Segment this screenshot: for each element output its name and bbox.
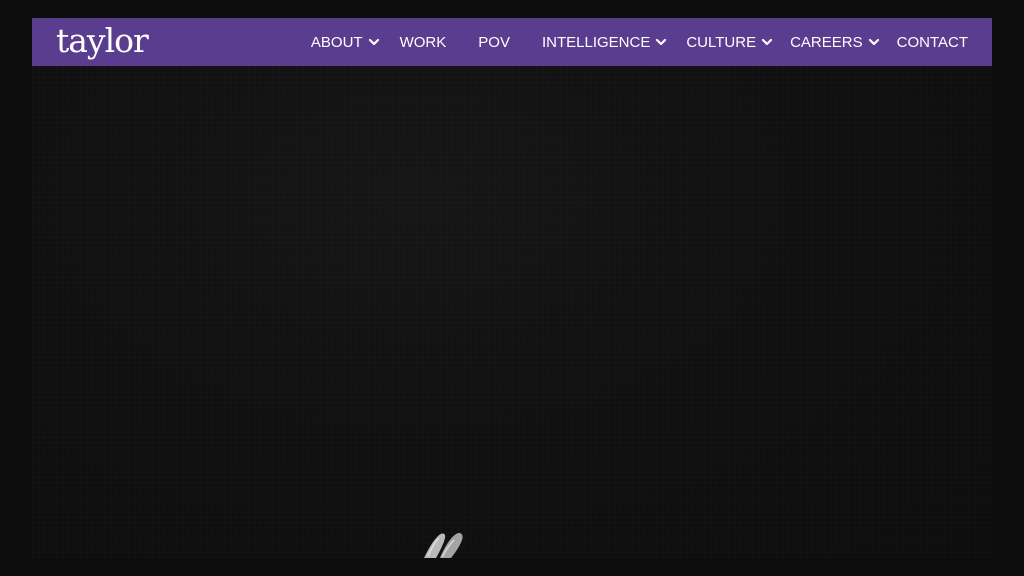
main-menu: ABOUT WORK POV INTELLIGENCE CULTURE CARE… xyxy=(311,18,968,66)
hero-image xyxy=(32,40,992,558)
nav-item-pov[interactable]: POV xyxy=(478,18,510,66)
nav-item-label: CAREERS xyxy=(790,33,863,51)
nav-item-culture[interactable]: CULTURE xyxy=(686,18,774,66)
hand-icon xyxy=(424,532,463,558)
nav-item-label: CONTACT xyxy=(896,33,968,51)
page: taylor ABOUT WORK POV INTELLIGENCE CULTU… xyxy=(0,0,1024,576)
nav-item-label: POV xyxy=(478,33,510,51)
chevron-down-icon xyxy=(656,38,667,46)
nav-item-work[interactable]: WORK xyxy=(400,18,447,66)
nav-item-contact[interactable]: CONTACT xyxy=(897,18,968,66)
chevron-down-icon xyxy=(368,38,379,46)
chevron-down-icon xyxy=(868,38,879,46)
nav-item-about[interactable]: ABOUT xyxy=(311,18,381,66)
nav-item-label: ABOUT xyxy=(310,33,363,51)
chevron-down-icon xyxy=(761,38,773,46)
nav-item-intelligence[interactable]: INTELLIGENCE xyxy=(542,18,668,66)
nav-item-careers[interactable]: CAREERS xyxy=(790,18,881,66)
taylor-logo[interactable]: taylor xyxy=(56,21,149,61)
nav-item-label: CULTURE xyxy=(686,33,757,51)
nav-item-label: INTELLIGENCE xyxy=(541,33,651,51)
top-navigation-bar: taylor ABOUT WORK POV INTELLIGENCE CULTU… xyxy=(32,18,992,66)
nav-item-label: WORK xyxy=(399,33,447,51)
